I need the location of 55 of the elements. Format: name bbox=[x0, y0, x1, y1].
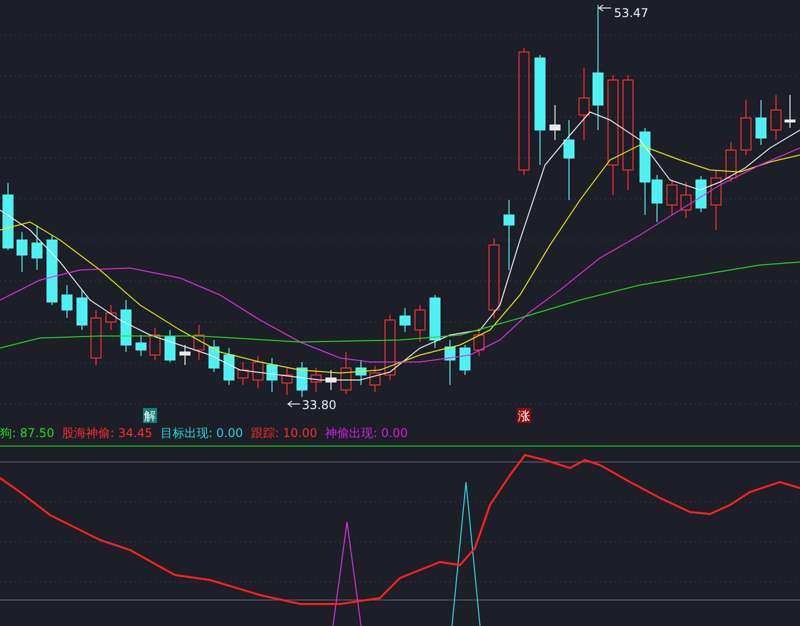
candlestick bbox=[666, 180, 678, 216]
indicator-value: 股海神偷: 34.45 bbox=[62, 425, 152, 442]
indicator-value: 跟踪: 10.00 bbox=[251, 425, 318, 442]
price-label: 33.80 bbox=[302, 398, 336, 412]
candlestick bbox=[726, 142, 736, 182]
arrow-icon bbox=[287, 400, 300, 408]
candlestick bbox=[504, 200, 514, 270]
candlestick bbox=[296, 362, 308, 398]
candlestick bbox=[430, 294, 440, 348]
candlestick bbox=[164, 330, 176, 362]
candlestick bbox=[326, 370, 336, 390]
candlestick bbox=[90, 310, 102, 366]
candlestick bbox=[550, 104, 560, 140]
candlestick bbox=[224, 348, 234, 386]
candlestick bbox=[150, 328, 160, 360]
arrow-icon bbox=[598, 4, 612, 12]
candlestick bbox=[444, 340, 456, 386]
candlestick bbox=[400, 308, 410, 332]
candlestick bbox=[784, 94, 796, 128]
candlestick bbox=[756, 100, 766, 146]
candlestick bbox=[356, 360, 366, 386]
indicator-value: 神偷出现: 0.00 bbox=[325, 425, 408, 442]
candlestick bbox=[16, 232, 28, 272]
candlestick bbox=[266, 358, 278, 392]
candlestick bbox=[120, 300, 132, 352]
candlestick bbox=[740, 100, 752, 156]
candlestick bbox=[414, 304, 426, 342]
candlestick bbox=[770, 94, 782, 140]
candlestick bbox=[194, 324, 204, 360]
candlestick bbox=[136, 334, 146, 356]
candlestick bbox=[62, 284, 72, 318]
indicator-value: 狗: 87.50 bbox=[0, 425, 54, 442]
candlestick bbox=[370, 366, 380, 392]
candlestick bbox=[282, 368, 292, 396]
candlestick bbox=[76, 290, 88, 330]
signal-marker: 解 bbox=[143, 408, 157, 423]
candlestick bbox=[208, 340, 220, 372]
candlestick bbox=[680, 182, 692, 218]
candlestick bbox=[180, 344, 190, 366]
candlestick bbox=[384, 314, 396, 380]
candlestick bbox=[32, 224, 42, 270]
price-label: 53.47 bbox=[614, 6, 648, 20]
candlestick bbox=[710, 170, 722, 230]
candlestick bbox=[2, 182, 14, 250]
candlestick bbox=[238, 362, 248, 386]
candlestick bbox=[340, 352, 352, 394]
candlestick bbox=[310, 368, 322, 392]
candlestick bbox=[46, 234, 58, 306]
candlestick bbox=[696, 176, 706, 212]
candlestick bbox=[106, 304, 116, 330]
candlestick bbox=[252, 356, 264, 388]
candlestick bbox=[460, 344, 470, 376]
candlestick bbox=[474, 328, 484, 356]
signal-marker: 涨 bbox=[517, 408, 531, 423]
indicator-value: 目标出现: 0.00 bbox=[160, 425, 244, 442]
